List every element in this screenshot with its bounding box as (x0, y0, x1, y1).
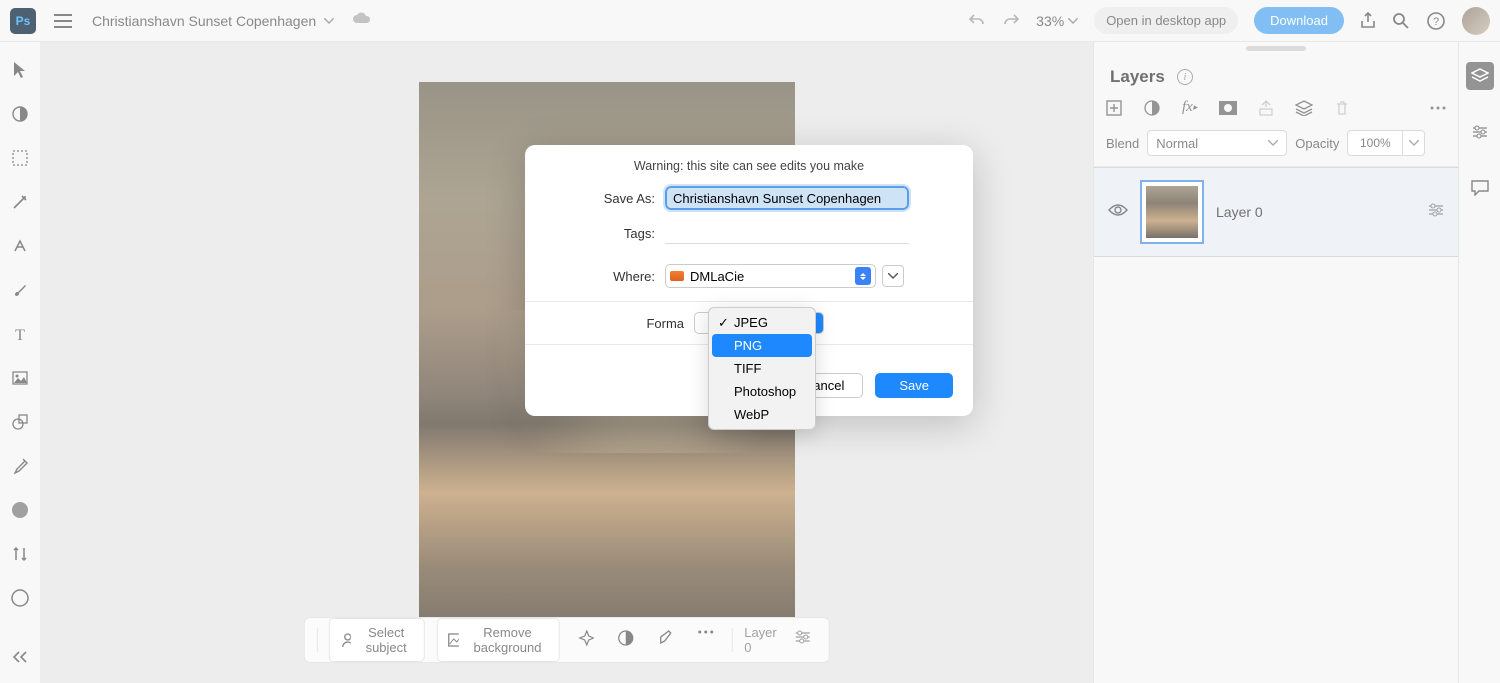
format-option-png[interactable]: PNG (712, 334, 812, 357)
format-label: Forma (525, 316, 694, 331)
where-label: Where: (545, 269, 665, 284)
where-select[interactable]: DMLaCie (665, 264, 876, 288)
divider (525, 301, 973, 302)
format-option-tiff[interactable]: TIFF (712, 357, 812, 380)
where-expand-button[interactable] (882, 265, 904, 287)
format-option-jpeg[interactable]: ✓JPEG (712, 311, 812, 334)
dialog-warning: Warning: this site can see edits you mak… (525, 145, 973, 183)
select-arrows-icon (855, 267, 871, 285)
format-option-photoshop[interactable]: Photoshop (712, 380, 812, 403)
format-dropdown: ✓JPEG PNG TIFF Photoshop WebP (708, 307, 816, 430)
check-icon: ✓ (718, 315, 729, 331)
tags-label: Tags: (545, 226, 665, 241)
tags-input[interactable] (665, 222, 909, 244)
save-as-label: Save As: (545, 191, 665, 206)
save-button[interactable]: Save (875, 373, 953, 398)
disk-icon (670, 271, 684, 281)
save-as-input[interactable] (665, 186, 909, 210)
format-option-webp[interactable]: WebP (712, 403, 812, 426)
where-value: DMLaCie (690, 269, 744, 284)
